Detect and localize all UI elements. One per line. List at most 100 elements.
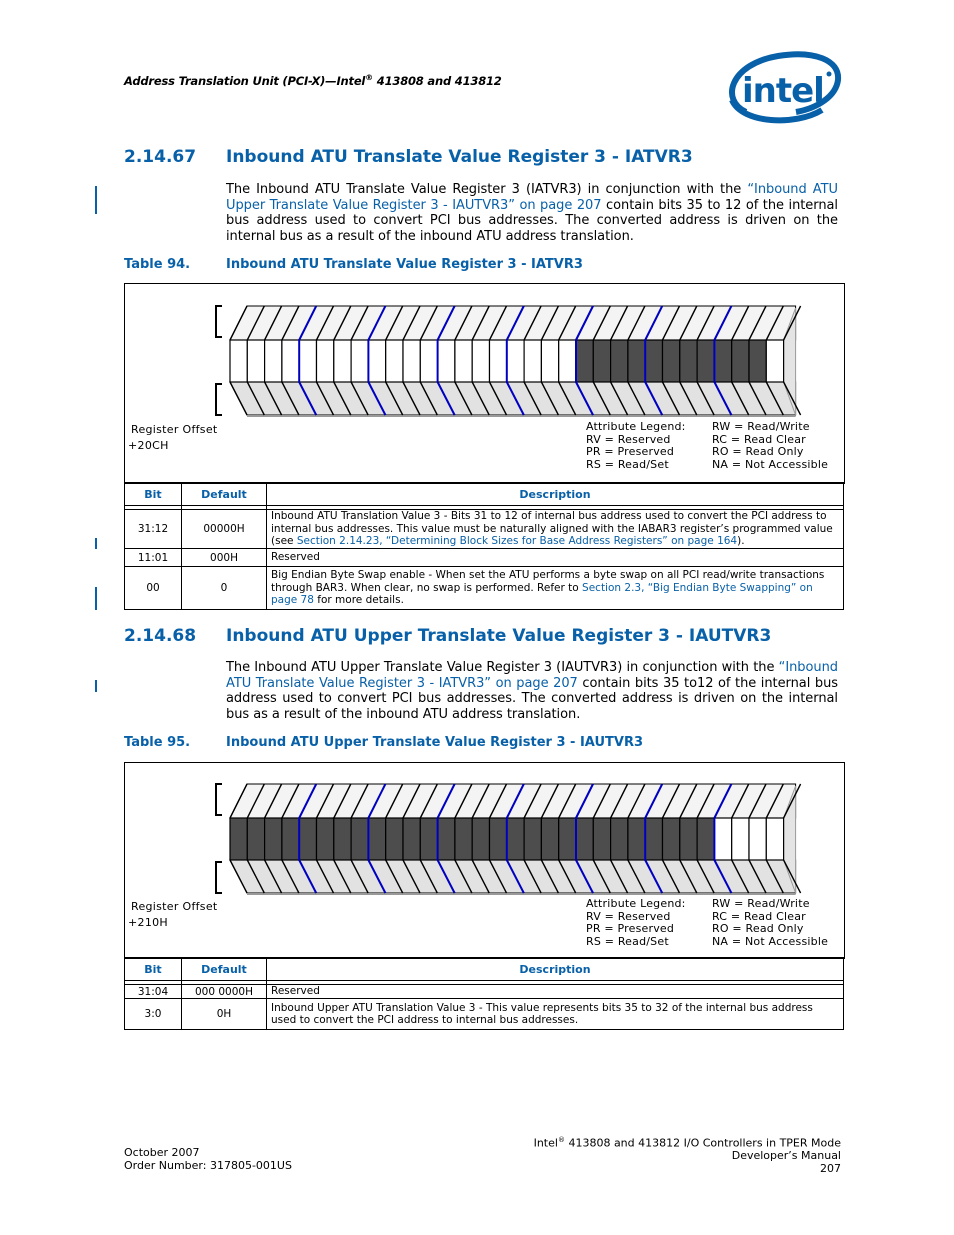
legend-item: RO = Read Only [712,445,804,459]
description-cell: Reserved [266,548,844,567]
paragraph-text: The Inbound ATU Translate Value Register… [226,182,748,197]
top-face [229,783,797,819]
bit-cell [558,339,577,383]
default-cell: 00000H [181,509,267,549]
bit-cell: 11:01 [124,548,182,567]
description-text: for more details. [313,594,404,607]
register-table: Bit Default Description 31:12 00000H Inb… [124,482,844,610]
change-bar [95,680,97,692]
bit-cell: 3:0 [124,998,182,1030]
bit-cell [575,339,594,383]
bit-cell [333,817,352,861]
svg-text:intel: intel [742,71,824,111]
bit-cell [679,339,698,383]
bit-cell [437,339,456,383]
bit-cell [765,817,785,861]
table-caption-number: Table 95. [124,735,191,750]
bit-cell [419,817,439,861]
cross-reference-link[interactable]: Section 2.14.23, “Determining Block Size… [297,535,737,547]
bottom-face [229,381,797,416]
legend-item: NA = Not Accessible [712,934,829,948]
bit-cell [696,339,715,383]
bit-cell [315,339,335,383]
register-offset-label: Register Offset [131,900,218,913]
change-bar [95,538,97,549]
bit-cell [385,817,404,861]
intel-logo: intel [729,51,842,124]
bit-cell [264,817,283,861]
legend-item: RS = Read/Set [586,934,669,948]
table-header-row: Bit Default Description [124,957,844,981]
bit-cell [454,817,473,861]
table-row: 3:0 0H Inbound Upper ATU Translation Val… [124,998,844,1030]
bit-cell: 00 [124,566,182,610]
bracket-top [215,783,222,816]
bit-cell [350,817,370,861]
bit-cell [644,339,664,383]
section-title: Inbound ATU Upper Translate Value Regist… [226,626,772,646]
bit-cell [488,817,508,861]
bit-cell [506,339,525,383]
default-cell: 000H [181,548,267,567]
default-cell: 0H [181,998,267,1030]
bit-cell [575,817,594,861]
bit-cell [748,339,767,383]
description-cell: Inbound ATU Translation Value 3 - Bits 3… [266,509,844,549]
legend-item: RS = Read/Set [586,457,669,471]
footer-doc-subtitle: Developer’s Manual [731,1149,841,1163]
bit-cell [765,339,785,383]
legend-item: RO = Read Only [712,922,804,936]
column-header-default: Default [181,957,267,981]
bit-cell [333,339,352,383]
footer-doc-title: Intel® 413808 and 413812 I/O Controllers… [534,1134,841,1150]
table-caption-number: Table 94. [124,257,191,272]
bit-cell [471,339,491,383]
table-row: 31:12 00000H Inbound ATU Translation Val… [124,509,844,549]
registered-mark: ® [557,1136,565,1144]
top-face [229,305,797,341]
legend-title: Attribute Legend: [586,897,686,910]
footer-doc-title-text: 413808 and 413812 I/O Controllers in TPE… [564,1136,841,1150]
running-header-tail: 413808 and 413812 [372,73,502,88]
bracket-bottom [215,861,222,894]
description-cell: Reserved [266,984,844,999]
description-cell: Big Endian Byte Swap enable - When set t… [266,566,844,610]
legend-item: RW = Read/Write [712,420,810,433]
bit-cell [229,817,248,861]
bit-cell [367,339,387,383]
section-paragraph: The Inbound ATU Translate Value Register… [226,182,838,244]
footer-right: Intel® 413808 and 413812 I/O Controllers… [534,1134,841,1175]
bit-cell [644,817,664,861]
bit-cell [592,339,612,383]
bit-cell [696,817,715,861]
bit-cell [298,339,318,383]
change-bar [95,587,97,610]
bit-cell [402,817,421,861]
section-paragraph: The Inbound ATU Upper Translate Value Re… [226,660,838,722]
default-cell: 0 [181,566,267,610]
table-caption-title: Inbound ATU Upper Translate Value Regist… [226,735,643,750]
footer-order-number: Order Number: 317805-001US [124,1158,292,1172]
register-offset-value: +210H [128,916,168,929]
description-cell: Inbound Upper ATU Translation Value 3 - … [266,998,844,1030]
attribute-legend-right: RW = Read/Write RC = Read Clear RO = Rea… [712,897,829,948]
bit-cell [488,339,508,383]
column-header-description: Description [266,957,844,981]
bit-cell [627,817,646,861]
legend-item: PR = Preserved [586,922,675,936]
legend-item: PR = Preserved [586,445,675,459]
bracket-top [215,305,222,338]
footer-left: October 2007 Order Number: 317805-001US [124,1146,292,1172]
default-cell: 000 0000H [181,984,267,999]
table-row: 31:04 000 0000H Reserved [124,984,844,999]
bit-cell [437,817,456,861]
footer-doc-title-text: Intel [533,1136,558,1150]
table-caption-title: Inbound ATU Translate Value Register 3 -… [226,257,583,272]
register-table: Bit Default Description 31:04 000 0000H … [124,957,844,1030]
bit-cell [523,817,543,861]
bit-cell [315,817,335,861]
description-text: ). [737,535,745,548]
change-bar [95,186,97,214]
bit-cell [385,339,404,383]
bit-cell [298,817,318,861]
